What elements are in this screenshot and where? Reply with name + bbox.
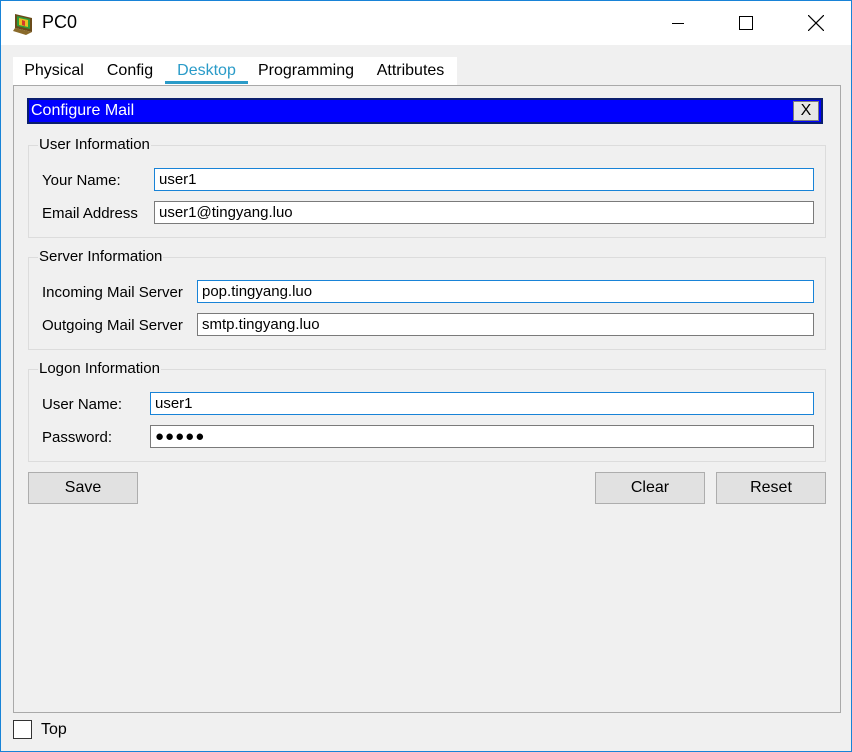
close-icon <box>808 15 824 31</box>
server-information-legend: Server Information <box>38 248 164 265</box>
tab-attributes[interactable]: Attributes <box>364 57 457 85</box>
top-checkbox[interactable] <box>13 720 32 739</box>
window-title: PC0 <box>42 12 78 32</box>
desktop-content: Configure Mail X User Information Your N… <box>13 85 841 713</box>
clear-button[interactable]: Clear <box>595 472 705 504</box>
active-tab-indicator <box>165 81 248 84</box>
server-information-group: Server Information Incoming Mail Server … <box>28 248 826 350</box>
save-button[interactable]: Save <box>28 472 138 504</box>
tab-strip: Physical Config Desktop Programming Attr… <box>13 57 457 85</box>
logon-information-legend: Logon Information <box>38 360 161 377</box>
logon-information-group: Logon Information User Name: Password: <box>28 360 826 462</box>
incoming-mail-server-label: Incoming Mail Server <box>42 284 183 301</box>
your-name-input[interactable] <box>154 168 814 191</box>
tab-programming[interactable]: Programming <box>248 57 364 85</box>
minimize-button[interactable] <box>655 1 701 45</box>
password-label: Password: <box>42 429 113 446</box>
user-name-input[interactable] <box>150 392 814 415</box>
minimize-icon <box>672 23 684 24</box>
outgoing-mail-server-input[interactable] <box>197 313 814 336</box>
maximize-button[interactable] <box>723 1 769 45</box>
user-name-label: User Name: <box>42 396 123 413</box>
close-window-button[interactable] <box>793 1 839 45</box>
user-information-group: User Information Your Name: Email Addres… <box>28 136 826 238</box>
tab-config[interactable]: Config <box>95 57 165 85</box>
panel-close-button[interactable]: X <box>793 101 819 121</box>
packet-tracer-pc-icon <box>12 12 36 36</box>
top-checkbox-label[interactable]: Top <box>41 721 67 739</box>
user-information-legend: User Information <box>38 136 151 153</box>
panel-title: Configure Mail <box>31 102 135 119</box>
email-address-input[interactable] <box>154 201 814 224</box>
tab-physical[interactable]: Physical <box>13 57 95 85</box>
configure-mail-header: Configure Mail X <box>27 98 823 124</box>
reset-button[interactable]: Reset <box>716 472 826 504</box>
app-window: PC0 Physical Config Desktop Programming … <box>0 0 852 752</box>
password-input[interactable] <box>150 425 814 448</box>
email-address-label: Email Address <box>42 205 138 222</box>
incoming-mail-server-input[interactable] <box>197 280 814 303</box>
bottom-bar: Top <box>1 713 851 751</box>
title-bar[interactable]: PC0 <box>1 1 851 45</box>
maximize-icon <box>739 16 753 30</box>
your-name-label: Your Name: <box>42 172 121 189</box>
outgoing-mail-server-label: Outgoing Mail Server <box>42 317 183 334</box>
